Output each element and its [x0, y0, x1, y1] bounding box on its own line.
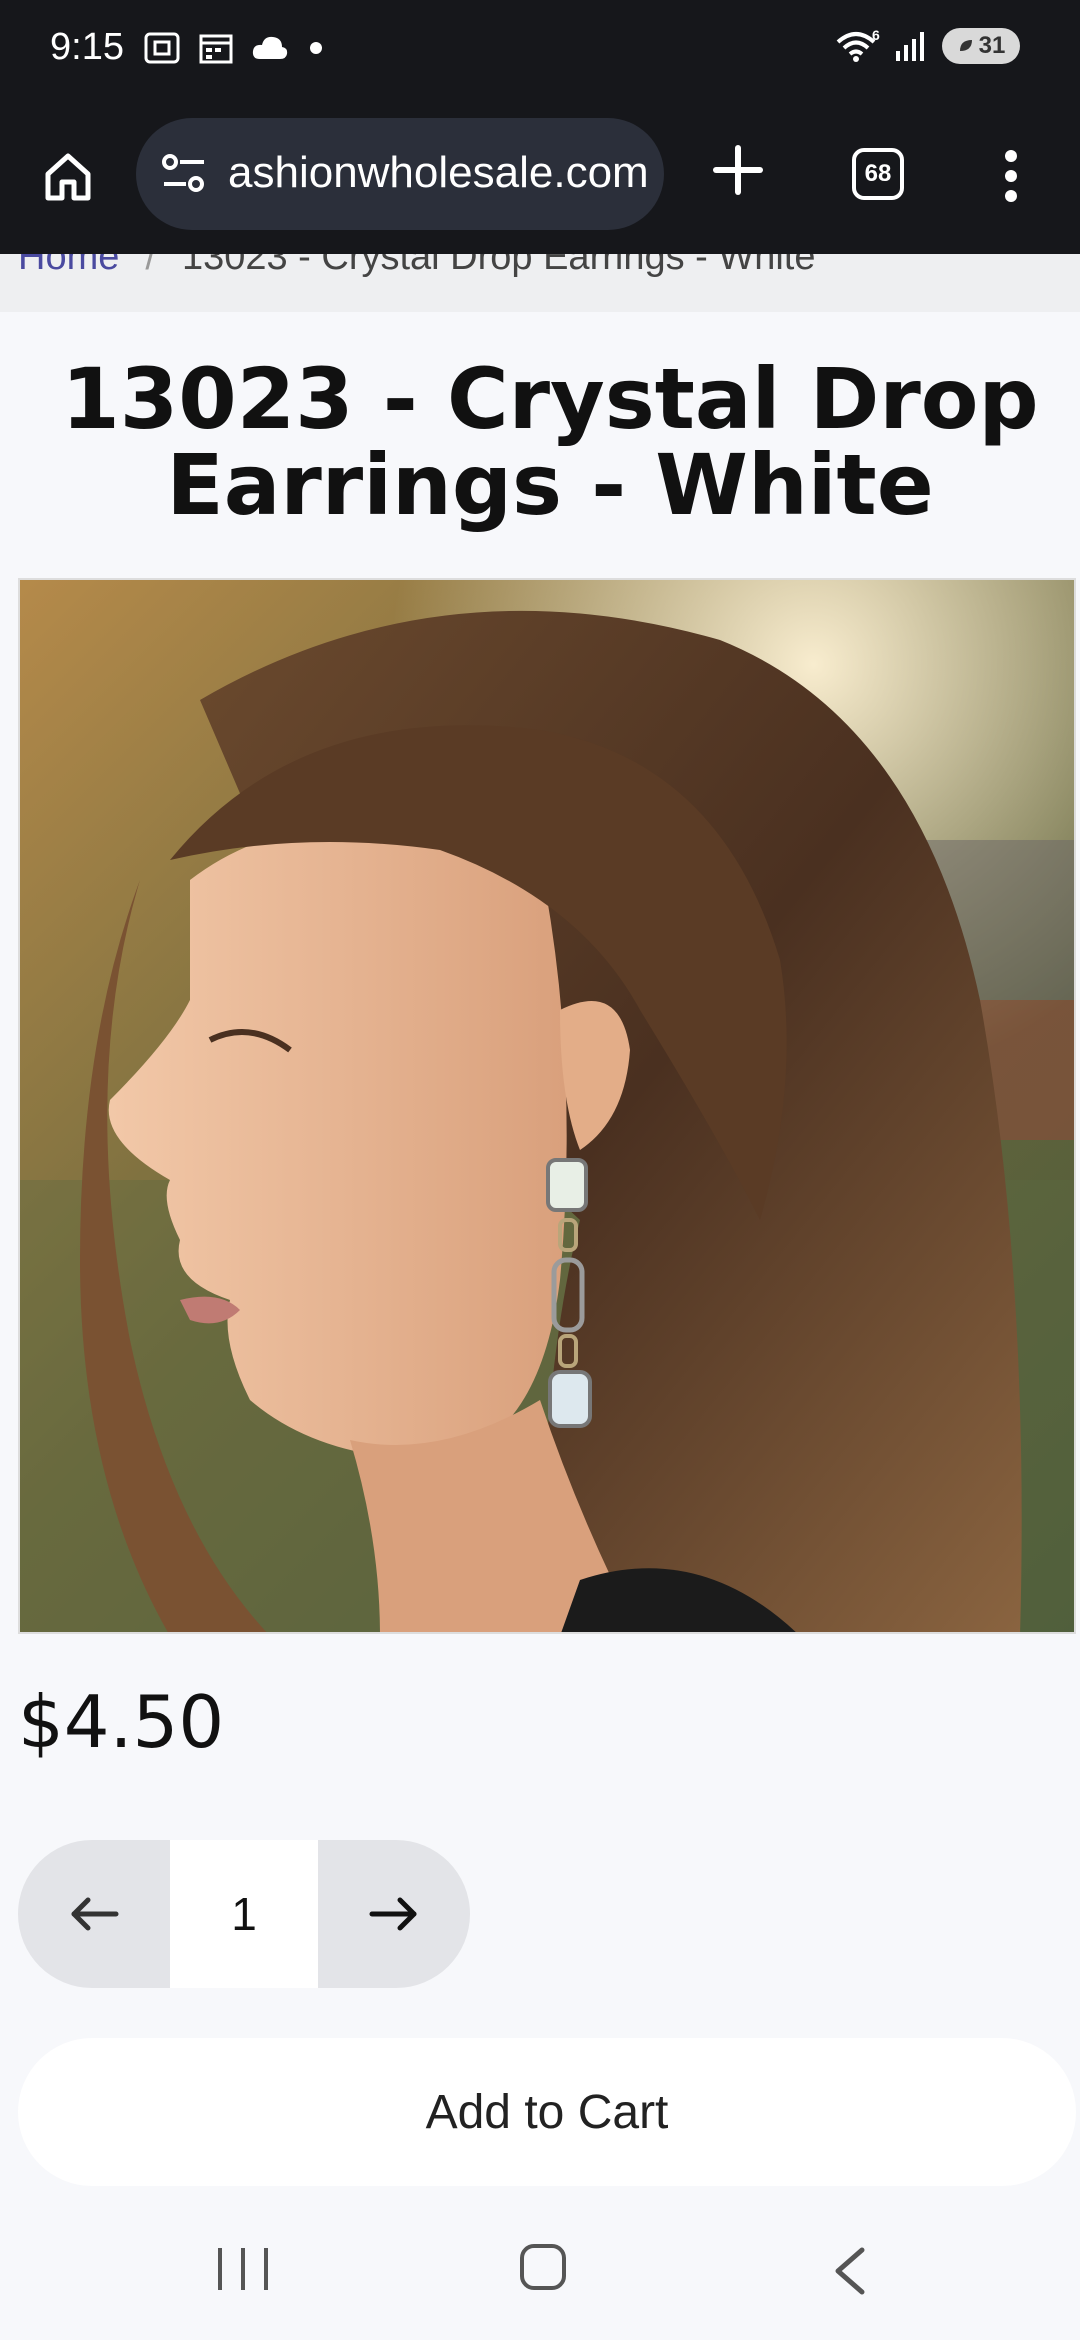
quantity-stepper: 1	[18, 1840, 470, 1988]
recents-bar	[218, 2248, 222, 2290]
status-time: 9:15	[50, 26, 124, 68]
dot-icon	[310, 42, 322, 54]
add-to-cart-button[interactable]: Add to Cart	[18, 2038, 1076, 2186]
new-tab-button[interactable]	[708, 140, 768, 200]
battery-indicator: 31	[942, 28, 1020, 64]
status-icons-left	[142, 30, 326, 66]
product-photo	[20, 580, 1074, 1632]
plus-icon	[713, 145, 763, 195]
back-icon[interactable]	[830, 2246, 870, 2296]
quantity-input[interactable]: 1	[170, 1840, 318, 1988]
breadcrumb-home-link[interactable]: Home	[18, 254, 119, 278]
site-settings-icon[interactable]	[158, 148, 210, 200]
menu-dot	[1005, 190, 1017, 202]
increase-quantity-button[interactable]	[318, 1840, 470, 1988]
recents-bar	[241, 2248, 245, 2290]
breadcrumb: Home / 13023 - Crystal Drop Earrings - Whi…	[0, 254, 1080, 312]
wifi-badge: 6	[872, 28, 880, 43]
status-icons-right: 6 31	[834, 28, 1020, 64]
url-text[interactable]: ashionwholesale.com	[228, 148, 649, 198]
menu-dot	[1005, 170, 1017, 182]
wifi-icon: 6	[836, 28, 880, 62]
breadcrumb-separator: /	[145, 254, 156, 278]
arrow-left-icon	[71, 1897, 119, 1931]
home-icon	[45, 153, 91, 201]
breadcrumb-current: 13023 - Crystal Drop Earrings - White	[181, 254, 816, 278]
system-nav-bar	[0, 2200, 1080, 2340]
home-circle-icon[interactable]	[520, 2244, 566, 2290]
tabs-icon[interactable]: 68	[852, 148, 904, 200]
signal-icon	[896, 32, 924, 61]
recents-icon[interactable]	[218, 2248, 268, 2290]
browser-home-button[interactable]	[36, 144, 100, 208]
product-price: $4.50	[18, 1680, 225, 1764]
more-vert-icon[interactable]	[996, 144, 1026, 208]
product-image[interactable]	[18, 578, 1076, 1634]
battery-level: 31	[978, 32, 1006, 59]
arrow-right-icon	[369, 1897, 417, 1931]
decrease-quantity-button[interactable]	[18, 1840, 170, 1988]
address-bar[interactable]: ashionwholesale.com	[136, 118, 664, 230]
recents-bar	[264, 2248, 268, 2290]
browser-toolbar: ashionwholesale.com 68	[0, 100, 1080, 254]
battery-saver-icon	[959, 40, 972, 51]
tab-count: 68	[864, 160, 892, 187]
status-bar: 9:15 6 31	[0, 0, 1080, 100]
product-title: 13023 - Crystal Drop Earrings - White	[61, 350, 1039, 534]
calendar-icon	[199, 34, 233, 64]
cloud-icon	[252, 36, 288, 59]
menu-dot	[1005, 150, 1017, 162]
screenshot-icon	[144, 32, 180, 64]
